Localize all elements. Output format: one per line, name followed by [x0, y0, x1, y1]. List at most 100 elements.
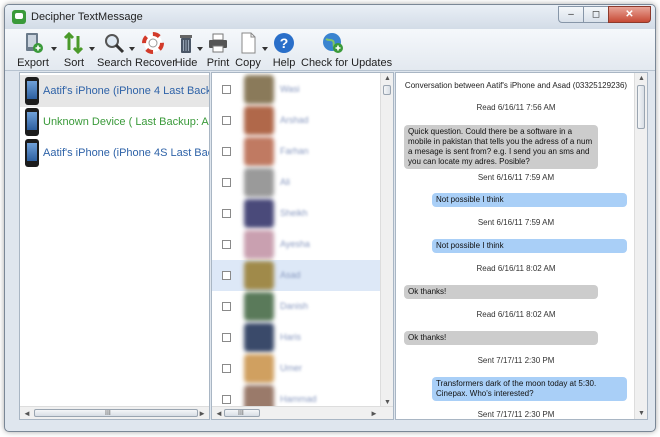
- copy-dropdown-icon[interactable]: [262, 47, 268, 51]
- device-item[interactable]: Unknown Device ( Last Backup: Apr 12, 20…: [20, 106, 209, 138]
- search-button[interactable]: Search: [97, 32, 132, 70]
- contact-avatar: [244, 106, 274, 135]
- message-timestamp: Sent 6/16/11 7:59 AM: [477, 173, 555, 182]
- iphone-icon: [25, 77, 39, 105]
- scroll-grip: III: [105, 410, 111, 417]
- contact-checkbox[interactable]: [222, 271, 231, 280]
- iphone-icon: [25, 139, 39, 167]
- device-item[interactable]: Aatif's iPhone (iPhone 4 Last Backup: Fe…: [20, 75, 209, 107]
- contact-checkbox[interactable]: [222, 178, 231, 187]
- contact-item[interactable]: Haris: [212, 322, 382, 353]
- message-timestamp: Read 6/16/11 7:56 AM: [476, 103, 556, 112]
- help-button[interactable]: ? Help: [271, 32, 297, 70]
- iphone-icon: [25, 108, 39, 136]
- search-label: Search: [97, 57, 132, 69]
- contact-item[interactable]: Umer: [212, 353, 382, 384]
- contact-list-pane: Wasi Arshad Farhan Ali Sheikh Ayesha Asad Danis…: [211, 72, 394, 420]
- contact-checkbox[interactable]: [222, 333, 231, 342]
- app-window: Decipher TextMessage – ◻ ✕ Export Sort S…: [4, 4, 656, 432]
- minimize-button[interactable]: –: [558, 6, 584, 23]
- conversation-pane: Conversation between Aatif's iPhone and …: [395, 72, 648, 420]
- contact-item[interactable]: Asad: [212, 260, 382, 291]
- contact-checkbox[interactable]: [222, 240, 231, 249]
- recover-button[interactable]: Recover: [135, 32, 176, 70]
- contact-name: Arshad: [280, 115, 309, 125]
- check-updates-label: Check for Updates: [301, 57, 393, 69]
- contact-item[interactable]: Wasi: [212, 74, 382, 105]
- message-timestamp: Sent 7/17/11 2:30 PM: [477, 410, 555, 419]
- contact-item[interactable]: Arshad: [212, 105, 382, 136]
- contact-name: Umer: [280, 363, 302, 373]
- device-list-hscrollbar[interactable]: ◄ III ►: [20, 406, 209, 419]
- scroll-down-icon[interactable]: ▼: [384, 399, 391, 406]
- globe-update-icon: [322, 32, 344, 54]
- scroll-thumb[interactable]: [637, 85, 645, 129]
- device-label: Aatif's iPhone (iPhone 4S Last Backup: A…: [43, 147, 209, 159]
- contact-avatar: [244, 292, 274, 321]
- contact-item[interactable]: Danish: [212, 291, 382, 322]
- scroll-up-icon[interactable]: ▲: [384, 75, 391, 82]
- message-timestamp: Sent 6/16/11 7:59 AM: [477, 218, 555, 227]
- copy-button[interactable]: Copy: [235, 32, 261, 70]
- scroll-grip: III: [238, 410, 244, 417]
- contact-avatar: [244, 261, 274, 290]
- contact-checkbox[interactable]: [222, 209, 231, 218]
- scroll-thumb[interactable]: [383, 85, 391, 95]
- export-label: Export: [17, 57, 49, 69]
- contact-name: Ayesha: [280, 239, 310, 249]
- scroll-right-icon[interactable]: ►: [198, 409, 206, 418]
- conversation-title: Conversation between Aatif's iPhone and …: [404, 81, 628, 90]
- received-message-bubble: Ok thanks!: [404, 285, 598, 299]
- contact-checkbox[interactable]: [222, 364, 231, 373]
- window-title: Decipher TextMessage: [31, 11, 143, 23]
- copy-document-icon: [237, 32, 259, 54]
- scroll-right-icon[interactable]: ►: [370, 409, 378, 418]
- sort-icon: [63, 31, 85, 55]
- hide-button[interactable]: Hide: [173, 32, 199, 70]
- svg-text:?: ?: [280, 35, 289, 51]
- help-label: Help: [272, 57, 296, 69]
- contact-avatar: [244, 168, 274, 197]
- life-ring-icon: [142, 32, 164, 54]
- toolbar: Export Sort Search Recover Hide Print Co…: [5, 29, 655, 71]
- scroll-left-icon[interactable]: ◄: [215, 409, 223, 418]
- trash-icon: [175, 32, 197, 54]
- contact-list-hscrollbar[interactable]: ◄ III ►: [212, 406, 393, 419]
- copy-label: Copy: [235, 57, 261, 69]
- sent-message-bubble: Not possible I think: [432, 193, 627, 207]
- export-icon: [22, 32, 44, 54]
- hide-dropdown-icon[interactable]: [197, 47, 203, 51]
- close-button[interactable]: ✕: [608, 6, 651, 23]
- device-label: Unknown Device ( Last Backup: Apr 12, 20…: [43, 116, 209, 128]
- contact-item[interactable]: Ayesha: [212, 229, 382, 260]
- scroll-left-icon[interactable]: ◄: [23, 409, 31, 418]
- contact-name: Hammad: [280, 394, 317, 404]
- contact-checkbox[interactable]: [222, 302, 231, 311]
- printer-icon: [207, 32, 229, 54]
- scroll-down-icon[interactable]: ▼: [638, 410, 645, 417]
- print-button[interactable]: Print: [205, 32, 231, 70]
- contact-item[interactable]: Ali: [212, 167, 382, 198]
- contact-checkbox[interactable]: [222, 116, 231, 125]
- contact-avatar: [244, 354, 274, 383]
- scroll-up-icon[interactable]: ▲: [638, 75, 645, 82]
- contact-name: Haris: [280, 332, 302, 342]
- scroll-thumb[interactable]: [34, 409, 198, 417]
- contact-avatar: [244, 199, 274, 228]
- sort-button[interactable]: Sort: [59, 31, 89, 70]
- contact-checkbox[interactable]: [222, 395, 231, 404]
- device-item[interactable]: Aatif's iPhone (iPhone 4S Last Backup: A…: [20, 137, 209, 169]
- contact-item[interactable]: Farhan: [212, 136, 382, 167]
- restore-button[interactable]: ◻: [583, 6, 609, 23]
- export-dropdown-icon[interactable]: [51, 47, 57, 51]
- contact-name: Danish: [280, 301, 309, 311]
- received-message-bubble: Ok thanks!: [404, 331, 598, 345]
- contact-checkbox[interactable]: [222, 147, 231, 156]
- conversation-vscrollbar[interactable]: ▲ ▼: [634, 73, 647, 419]
- contact-checkbox[interactable]: [222, 85, 231, 94]
- contact-list-vscrollbar[interactable]: ▲ ▼: [380, 73, 393, 408]
- export-button[interactable]: Export: [15, 32, 51, 70]
- check-updates-button[interactable]: Check for Updates: [301, 32, 393, 70]
- sort-dropdown-icon[interactable]: [89, 47, 95, 51]
- contact-item[interactable]: Sheikh: [212, 198, 382, 229]
